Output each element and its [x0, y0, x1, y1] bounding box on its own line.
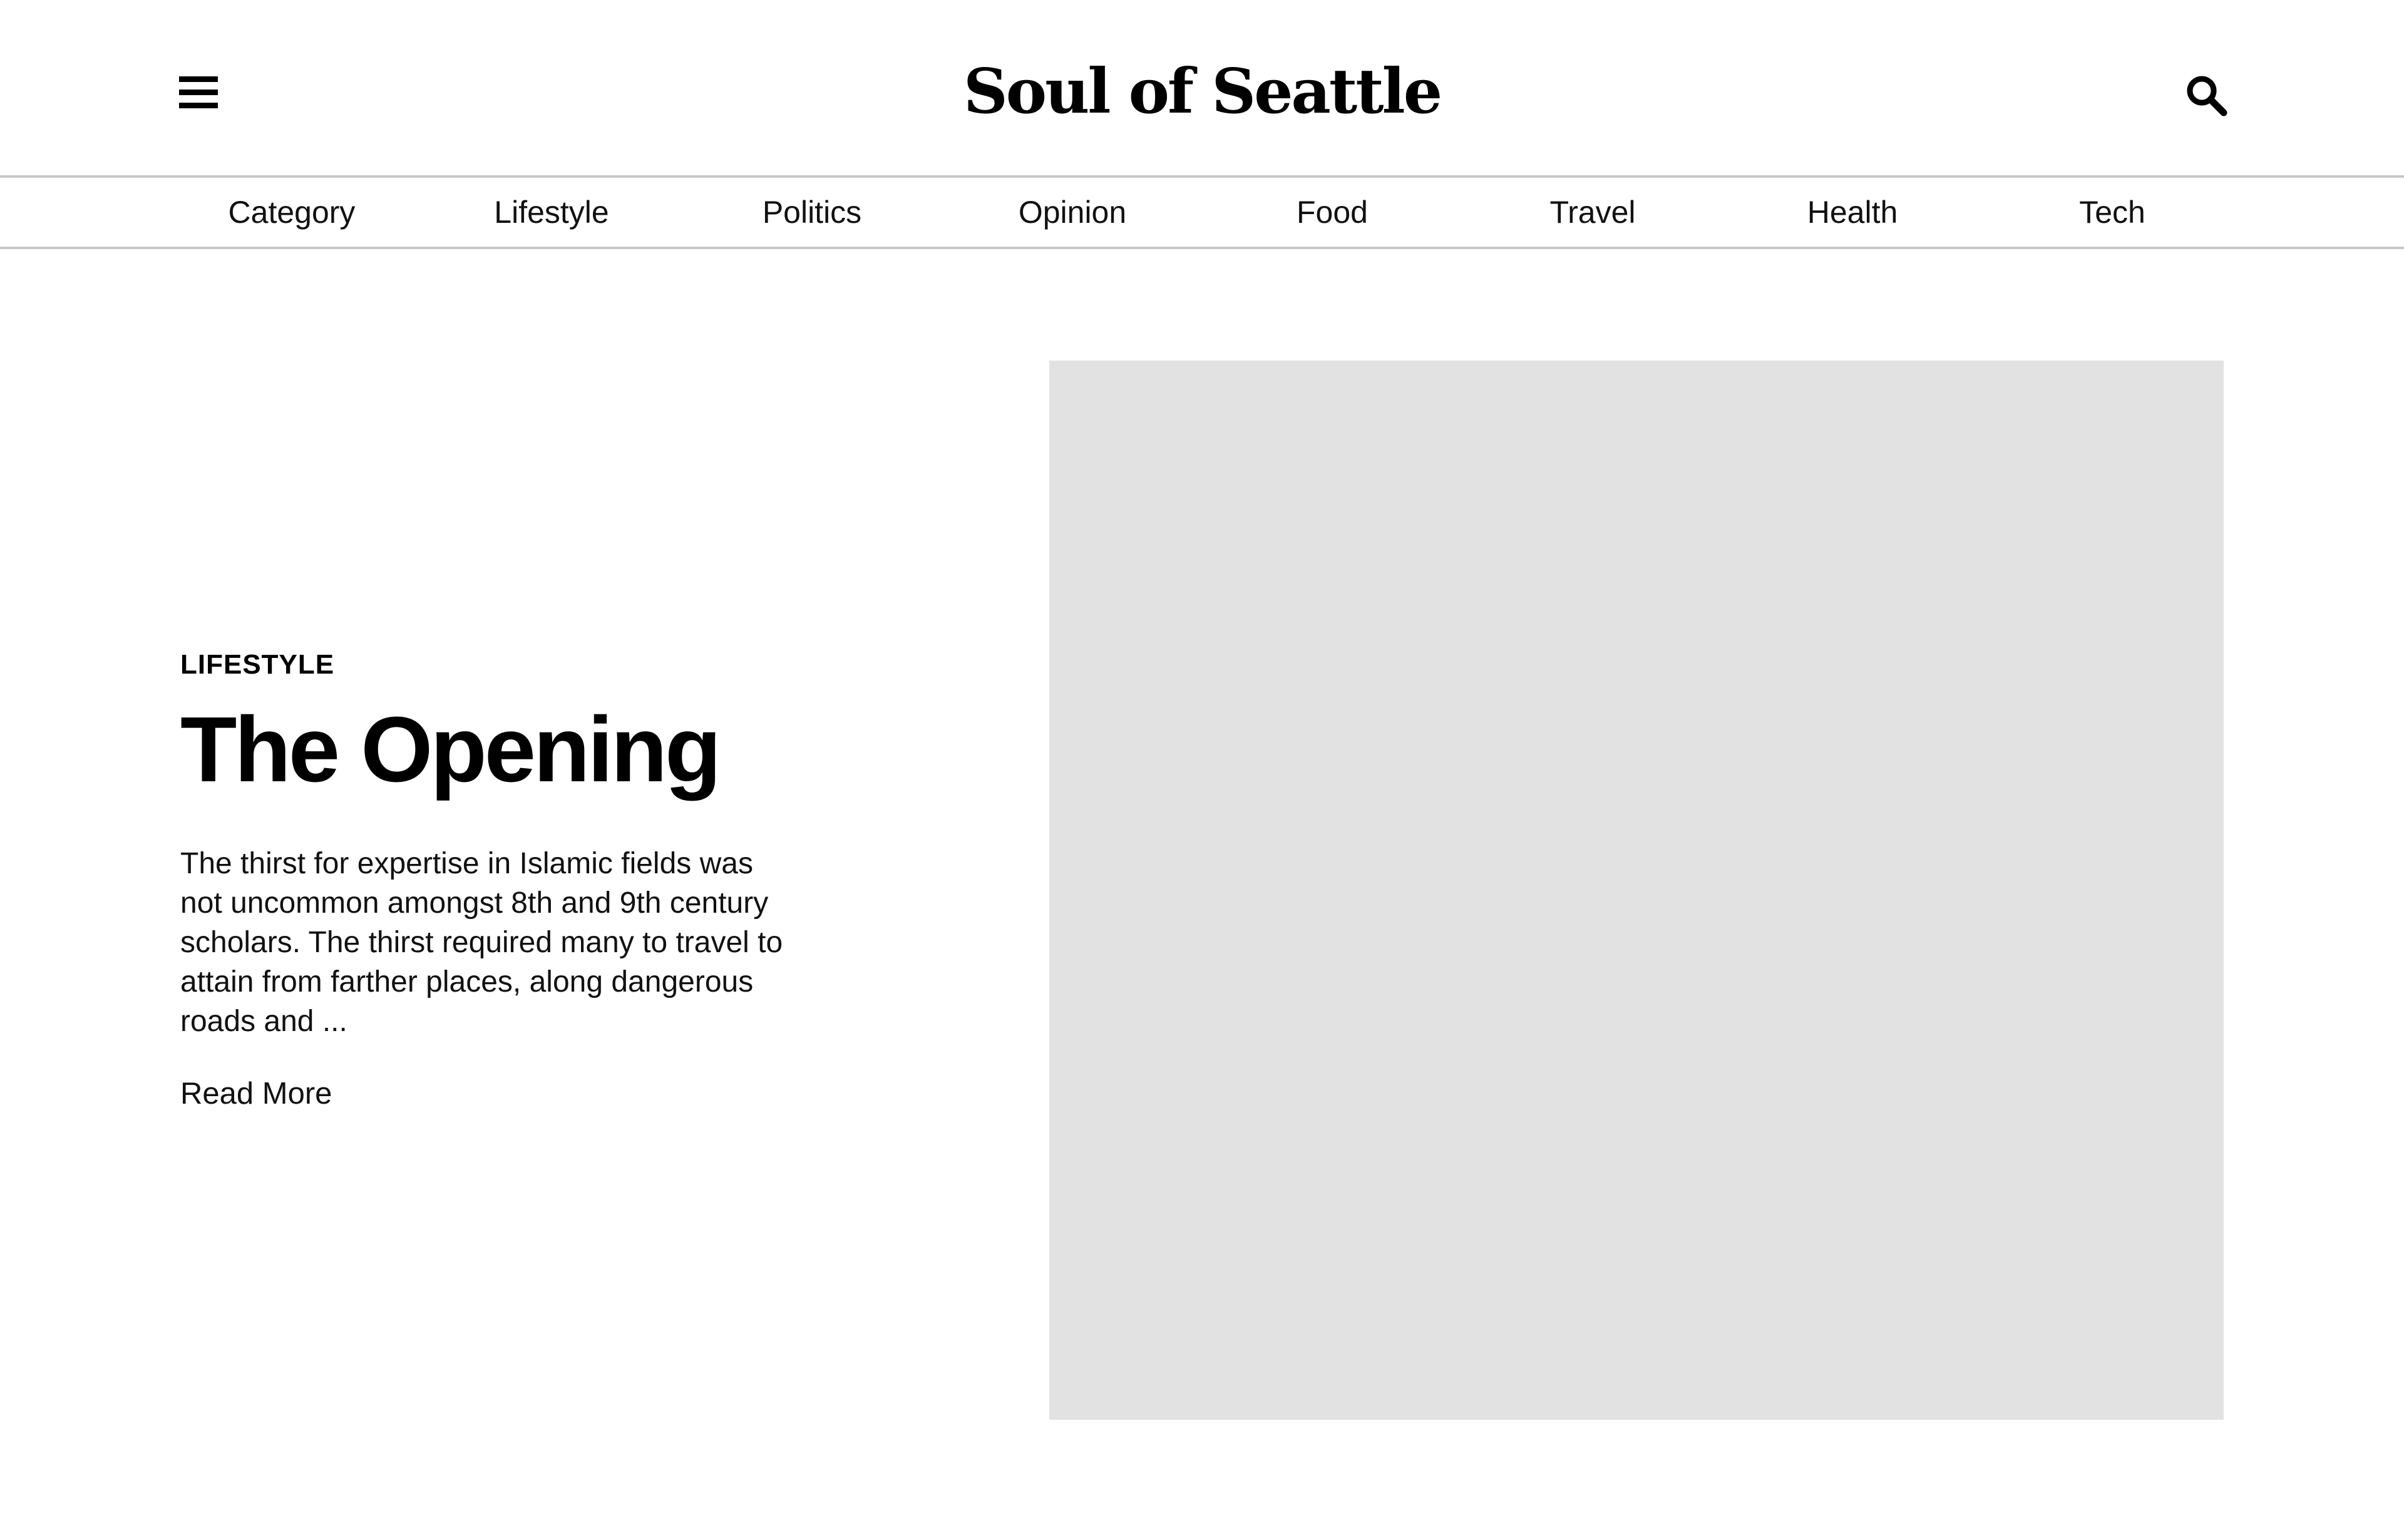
search-icon — [2187, 76, 2227, 116]
hamburger-menu-icon — [179, 76, 218, 108]
nav-item-category[interactable]: Category — [229, 178, 356, 247]
nav-item-opinion[interactable]: Opinion — [1019, 178, 1126, 247]
site-logo[interactable]: Soul of Seattle — [963, 56, 1442, 128]
featured-article: LIFESTYLE The Opening The thirst for exp… — [180, 645, 794, 1114]
menu-button[interactable] — [177, 73, 220, 113]
read-more-link[interactable]: Read More — [180, 1074, 332, 1114]
nav-item-tech[interactable]: Tech — [2079, 178, 2145, 247]
category-nav: Category Lifestyle Politics Opinion Food… — [0, 178, 2404, 249]
nav-item-lifestyle[interactable]: Lifestyle — [494, 178, 609, 247]
nav-item-politics[interactable]: Politics — [763, 178, 861, 247]
nav-item-health[interactable]: Health — [1807, 178, 1898, 247]
search-button[interactable] — [2184, 73, 2229, 118]
article-category[interactable]: LIFESTYLE — [180, 645, 794, 685]
article-excerpt: The thirst for expertise in Islamic fiel… — [180, 847, 783, 1038]
article-title[interactable]: The Opening — [180, 694, 794, 806]
nav-item-travel[interactable]: Travel — [1549, 178, 1635, 247]
article-image-placeholder[interactable] — [1049, 361, 2224, 1420]
nav-item-food[interactable]: Food — [1297, 178, 1368, 247]
site-header: Soul of Seattle — [0, 0, 2404, 178]
